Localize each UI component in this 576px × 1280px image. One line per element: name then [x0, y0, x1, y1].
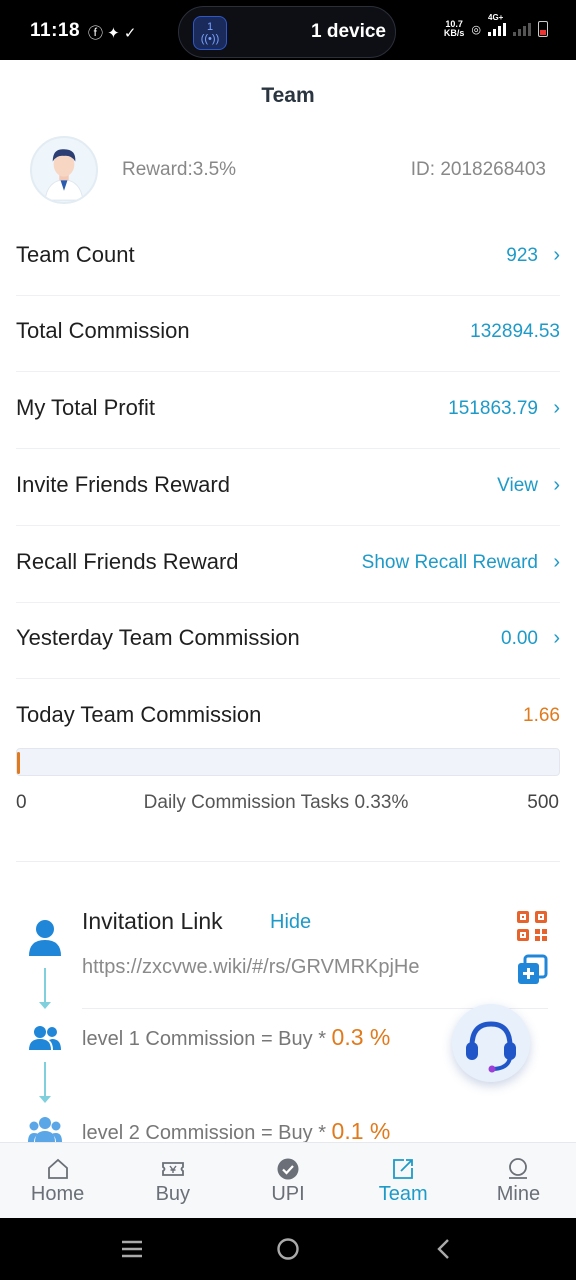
page-title: Team [261, 84, 315, 107]
tab-upi[interactable]: UPI [230, 1143, 345, 1218]
back-icon[interactable] [434, 1237, 454, 1261]
level-2-rate: 0.1 % [331, 1118, 391, 1144]
show-recall-reward-link[interactable]: Show Recall Reward [362, 552, 538, 574]
battery-icon [538, 21, 548, 37]
daily-commission-progress-bar [16, 748, 560, 776]
level-connector-line [44, 968, 46, 1004]
avatar [30, 136, 98, 204]
connected-devices-pill[interactable]: 1 ((•)) 1 device [178, 6, 396, 58]
chevron-right-icon: › [553, 551, 560, 573]
tab-home-label: Home [30, 1183, 85, 1205]
level-1-rate: 0.3 % [331, 1024, 391, 1050]
invite-friends-reward-view[interactable]: View [497, 475, 538, 497]
qr-code-icon[interactable] [516, 910, 548, 942]
total-commission-label: Total Commission [16, 318, 190, 343]
status-time: 11:18 [30, 20, 81, 41]
my-total-profit-label: My Total Profit [16, 395, 155, 420]
total-commission-value: 132894.53 [470, 321, 560, 342]
tab-team[interactable]: Team [346, 1143, 461, 1218]
invitation-link-title: Invitation Link [82, 908, 223, 934]
my-total-profit-row[interactable]: My Total Profit 151863.79 › [16, 373, 560, 449]
level-2-commission-text: level 2 Commission = Buy * [82, 1122, 332, 1144]
hotspot-status-icon: ◎ [471, 23, 481, 36]
headset-icon [466, 1021, 516, 1073]
bottom-navigation: Home Buy UPI Team Mine [0, 1142, 576, 1218]
profile-card: Reward:3.5% ID: 2018268403 [30, 136, 550, 206]
system-navigation-bar [0, 1218, 576, 1280]
level-1-commission: level 1 Commission = Buy * 0.3 % [82, 1024, 390, 1051]
notification-icons: ⓕ ✦ ✓ [88, 25, 137, 42]
device-count-label: 1 device [311, 21, 386, 42]
net-speed: 10.7 KB/s [444, 20, 465, 38]
level-2-users-icon [28, 1117, 62, 1142]
ticket-icon [161, 1162, 184, 1176]
tab-team-label: Team [378, 1183, 428, 1205]
tab-mine-label: Mine [496, 1183, 541, 1205]
level-1-commission-text: level 1 Commission = Buy * [82, 1028, 332, 1050]
tab-home[interactable]: Home [0, 1143, 115, 1218]
team-count-value: 923 [506, 245, 538, 266]
net-speed-unit: KB/s [443, 28, 465, 38]
person-icon [29, 920, 61, 956]
tab-upi-label: UPI [271, 1183, 305, 1205]
invitation-link-url[interactable]: https://zxcvwe.wiki/#/rs/GRVMRKpjHe [82, 956, 420, 979]
invite-friends-reward-row[interactable]: Invite Friends Reward View › [16, 450, 560, 526]
invite-friends-reward-label: Invite Friends Reward [16, 472, 230, 497]
tab-buy[interactable]: Buy [115, 1143, 230, 1218]
team-count-label: Team Count [16, 242, 135, 267]
chevron-right-icon: › [553, 474, 560, 496]
hotspot-icon: 1 ((•)) [193, 16, 227, 50]
team-count-row[interactable]: Team Count 923 › [16, 220, 560, 296]
progress-fill [17, 752, 21, 774]
my-total-profit-value: 151863.79 [448, 398, 538, 419]
chevron-right-icon: › [553, 397, 560, 419]
signal-icon: 4G+ [488, 13, 506, 36]
recall-friends-reward-row[interactable]: Recall Friends Reward Show Recall Reward… [16, 527, 560, 603]
user-avatar-icon [33, 139, 95, 201]
share-icon [393, 1159, 414, 1179]
level-connector-line [44, 1062, 46, 1098]
check-circle-icon [277, 1158, 299, 1180]
arrow-down-icon [39, 1002, 51, 1009]
hide-link-button[interactable]: Hide [270, 911, 311, 934]
copy-icon[interactable] [516, 954, 548, 986]
network-type: 4G+ [488, 13, 504, 22]
home-button-icon[interactable] [276, 1237, 300, 1261]
level-1-users-icon [29, 1026, 61, 1050]
hotspot-count: 1 [206, 21, 214, 33]
today-team-commission-row: Today Team Commission 1.66 [16, 680, 560, 756]
chevron-right-icon: › [553, 627, 560, 649]
progress-max: 500 [527, 792, 559, 813]
recent-apps-icon[interactable] [120, 1238, 144, 1260]
progress-label: Daily Commission Tasks 0.33% [143, 792, 409, 813]
level-2-commission: level 2 Commission = Buy * 0.1 % [82, 1118, 390, 1145]
signal-2-icon [513, 22, 531, 36]
user-id: ID: 2018268403 [410, 159, 546, 180]
home-icon [47, 1158, 68, 1179]
today-team-commission-value: 1.66 [523, 705, 560, 726]
reward-rate: Reward:3.5% [122, 159, 237, 180]
arrow-down-icon [39, 1096, 51, 1103]
tab-mine[interactable]: Mine [461, 1143, 576, 1218]
yesterday-team-commission-label: Yesterday Team Commission [16, 625, 300, 650]
today-team-commission-label: Today Team Commission [16, 702, 262, 727]
yesterday-team-commission-value: 0.00 [501, 628, 538, 649]
yesterday-team-commission-row[interactable]: Yesterday Team Commission 0.00 › [16, 603, 560, 679]
user-icon [509, 1158, 528, 1179]
tab-buy-label: Buy [155, 1183, 191, 1205]
total-commission-row: Total Commission 132894.53 [16, 296, 560, 372]
divider [16, 861, 560, 862]
chevron-right-icon: › [553, 244, 560, 266]
recall-friends-reward-label: Recall Friends Reward [16, 549, 239, 574]
status-bar: 11:18 ⓕ ✦ ✓ 1 ((•)) 1 device 10.7 KB/s ◎ 4… [0, 0, 576, 60]
customer-support-button[interactable] [452, 1004, 530, 1082]
status-right-icons: 10.7 KB/s ◎ 4G+ [444, 13, 548, 38]
